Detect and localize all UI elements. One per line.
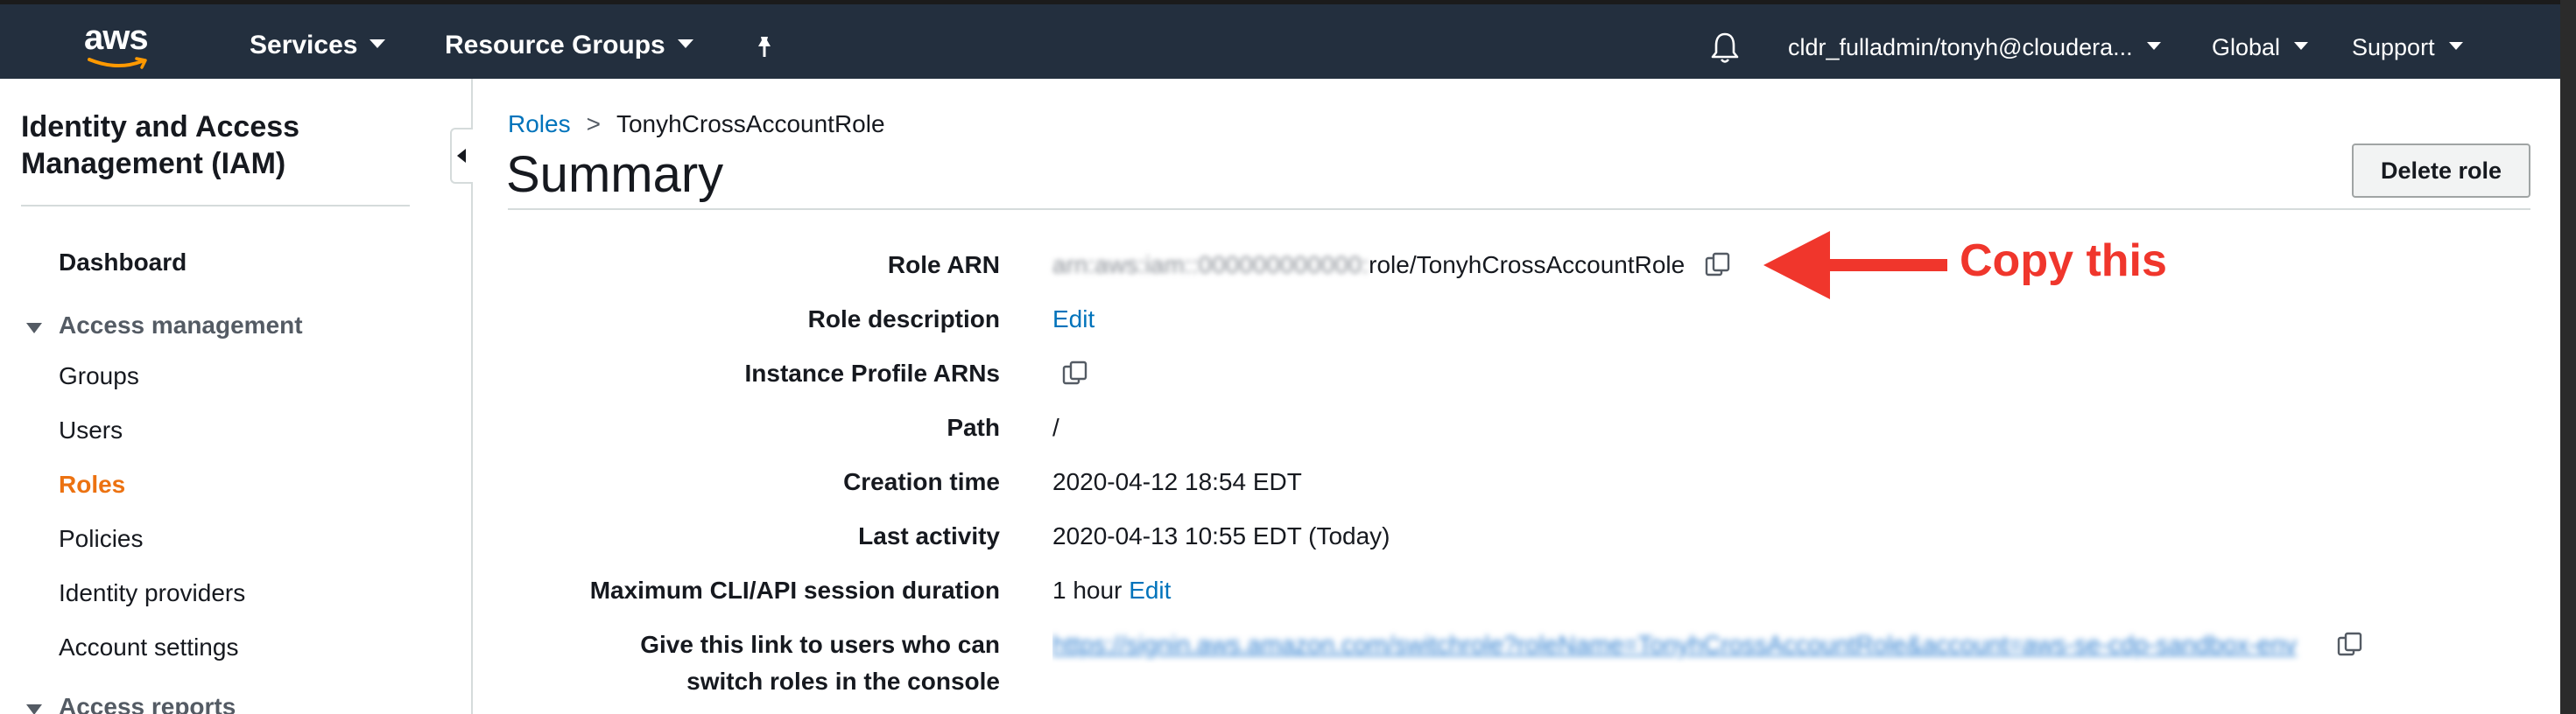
max-session-duration-label: Maximum CLI/API session duration	[589, 577, 1000, 604]
last-activity-label: Last activity	[858, 522, 1000, 550]
breadcrumb-current: TonyhCrossAccountRole	[616, 110, 885, 137]
sidebar-item-dashboard[interactable]: Dashboard	[59, 248, 187, 276]
sidebar-item-users[interactable]: Users	[59, 416, 123, 444]
chevron-down-icon	[2448, 42, 2463, 51]
chevron-down-icon	[2146, 42, 2161, 51]
resource-groups-menu[interactable]: Resource Groups	[445, 31, 693, 60]
switch-role-link-redacted[interactable]: https://signin.aws.amazon.com/switchrole…	[1052, 631, 2297, 658]
resource-groups-label: Resource Groups	[445, 31, 665, 60]
support-label: Support	[2352, 34, 2435, 60]
role-arn-label: Role ARN	[887, 251, 1000, 278]
role-arn-redacted: arn:aws:iam::000000000000:	[1052, 251, 1369, 278]
page-title: Summary	[506, 146, 724, 203]
breadcrumb-roles-link[interactable]: Roles	[508, 110, 571, 137]
copy-switch-link-icon[interactable]	[2336, 630, 2364, 660]
sidebar-item-groups[interactable]: Groups	[59, 362, 139, 390]
sidebar: Identity and Access Management (IAM) Das…	[0, 79, 473, 714]
max-session-edit-link[interactable]: Edit	[1129, 577, 1171, 604]
last-activity-value: 2020-04-13 10:55 EDT (Today)	[1052, 522, 1390, 550]
region-label: Global	[2212, 34, 2281, 60]
caret-down-icon[interactable]	[26, 704, 42, 714]
summary-divider	[508, 208, 2530, 210]
support-menu[interactable]: Support	[2352, 34, 2463, 61]
sidebar-section-access-management[interactable]: Access management	[59, 312, 303, 340]
role-description-value: Edit	[1052, 301, 1094, 338]
sidebar-item-account-settings[interactable]: Account settings	[59, 634, 238, 662]
role-description-label: Role description	[807, 305, 1000, 332]
aws-smile-icon	[88, 57, 147, 69]
sidebar-section-access-reports[interactable]: Access reports	[59, 693, 236, 714]
creation-time-value: 2020-04-12 18:54 EDT	[1052, 468, 1302, 495]
creation-time-label: Creation time	[843, 468, 1000, 495]
aws-logo-text: aws	[84, 18, 149, 57]
caret-down-icon[interactable]	[26, 323, 42, 333]
chevron-down-icon	[677, 39, 693, 49]
sidebar-divider	[21, 205, 410, 206]
top-navigation-bar: aws Services Resource Groups cldr_fullad…	[0, 0, 2576, 79]
bell-icon[interactable]	[1709, 31, 1741, 66]
path-value: /	[1052, 414, 1059, 441]
breadcrumb: Roles > TonyhCrossAccountRole	[508, 110, 885, 138]
sidebar-collapse-toggle[interactable]	[450, 128, 473, 184]
sidebar-title[interactable]: Identity and Access Management (IAM)	[21, 108, 424, 182]
switch-role-label-line2: switch roles in the console	[686, 668, 1000, 695]
switch-role-link-value[interactable]: https://signin.aws.amazon.com/switchrole…	[1052, 626, 2319, 663]
annotation-copy-this: Copy this	[1960, 235, 2167, 286]
pin-icon[interactable]	[751, 34, 778, 60]
role-description-edit-link[interactable]: Edit	[1052, 305, 1094, 332]
chevron-down-icon	[2294, 42, 2309, 51]
switch-role-label-line1: Give this link to users who can	[640, 631, 1000, 658]
breadcrumb-separator-icon: >	[586, 110, 601, 137]
services-menu[interactable]: Services	[250, 31, 386, 60]
caret-left-icon	[457, 149, 466, 163]
max-session-duration-text: 1 hour	[1052, 577, 1123, 604]
account-menu[interactable]: cldr_fulladmin/tonyh@cloudera...	[1788, 34, 2161, 61]
switch-role-link-label: Give this link to users who can switch r…	[640, 626, 1000, 700]
window-edge	[2560, 0, 2576, 714]
instance-profile-arns-label: Instance Profile ARNs	[744, 360, 1000, 387]
sidebar-item-policies[interactable]: Policies	[59, 525, 143, 553]
region-menu[interactable]: Global	[2212, 34, 2309, 61]
aws-logo[interactable]: aws	[84, 18, 154, 69]
delete-role-button[interactable]: Delete role	[2352, 144, 2530, 198]
copy-role-arn-icon[interactable]	[1704, 250, 1732, 280]
services-label: Services	[250, 31, 358, 60]
chevron-down-icon	[370, 39, 386, 49]
sidebar-item-roles[interactable]: Roles	[59, 471, 125, 499]
account-label: cldr_fulladmin/tonyh@cloudera...	[1788, 34, 2133, 60]
sidebar-item-identity-providers[interactable]: Identity providers	[59, 579, 245, 607]
role-arn-visible: role/TonyhCrossAccountRole	[1369, 251, 1686, 278]
max-session-duration-value: 1 hour Edit	[1052, 572, 1171, 609]
path-label: Path	[947, 414, 1000, 441]
annotation-arrow-icon	[1763, 231, 1947, 299]
role-arn-value[interactable]: arn:aws:iam::000000000000:role/TonyhCros…	[1052, 247, 1685, 284]
copy-instance-profile-icon[interactable]	[1061, 359, 1089, 388]
